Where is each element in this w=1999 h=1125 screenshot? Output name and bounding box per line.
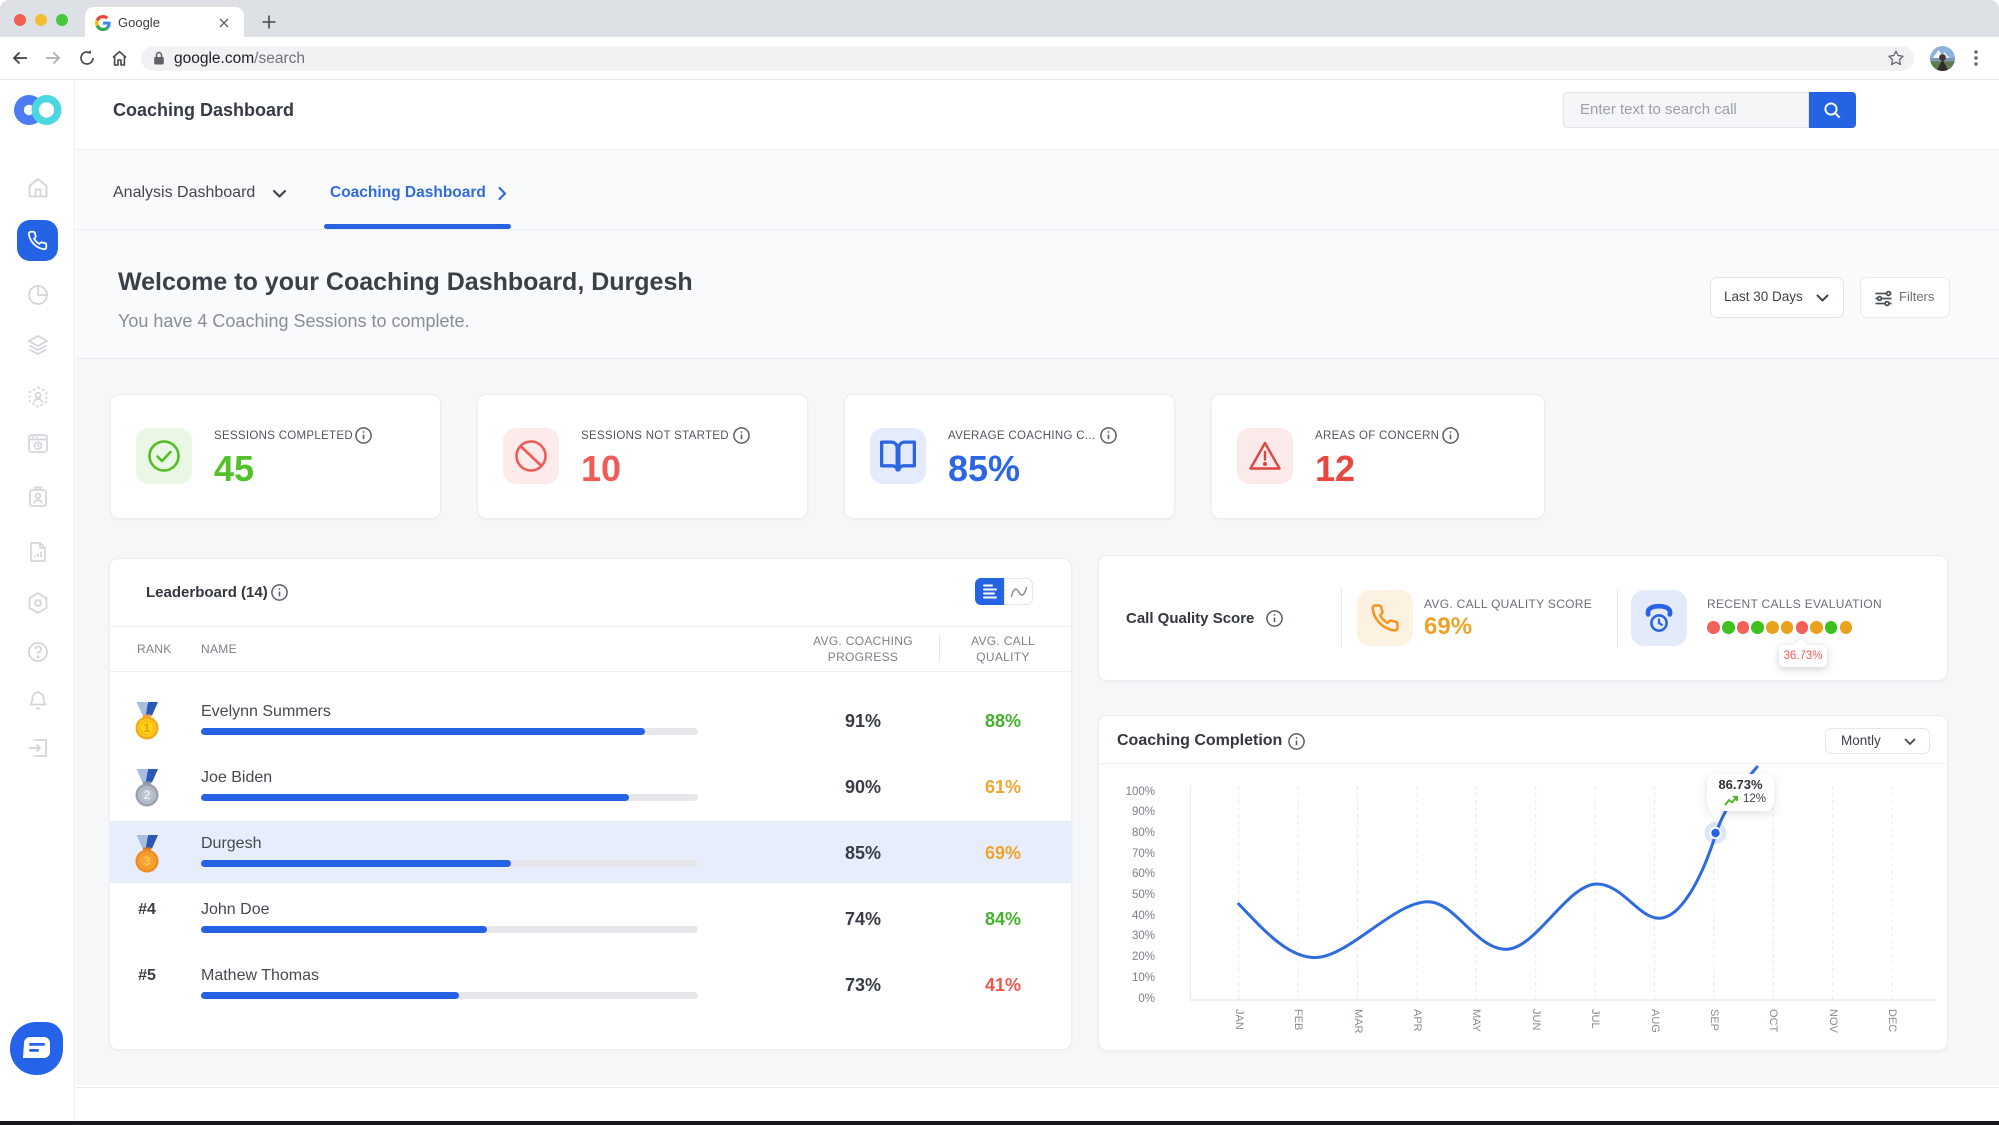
svg-text:2: 2 — [144, 788, 151, 802]
svg-text:1: 1 — [144, 721, 151, 735]
svg-text:3: 3 — [144, 854, 151, 868]
